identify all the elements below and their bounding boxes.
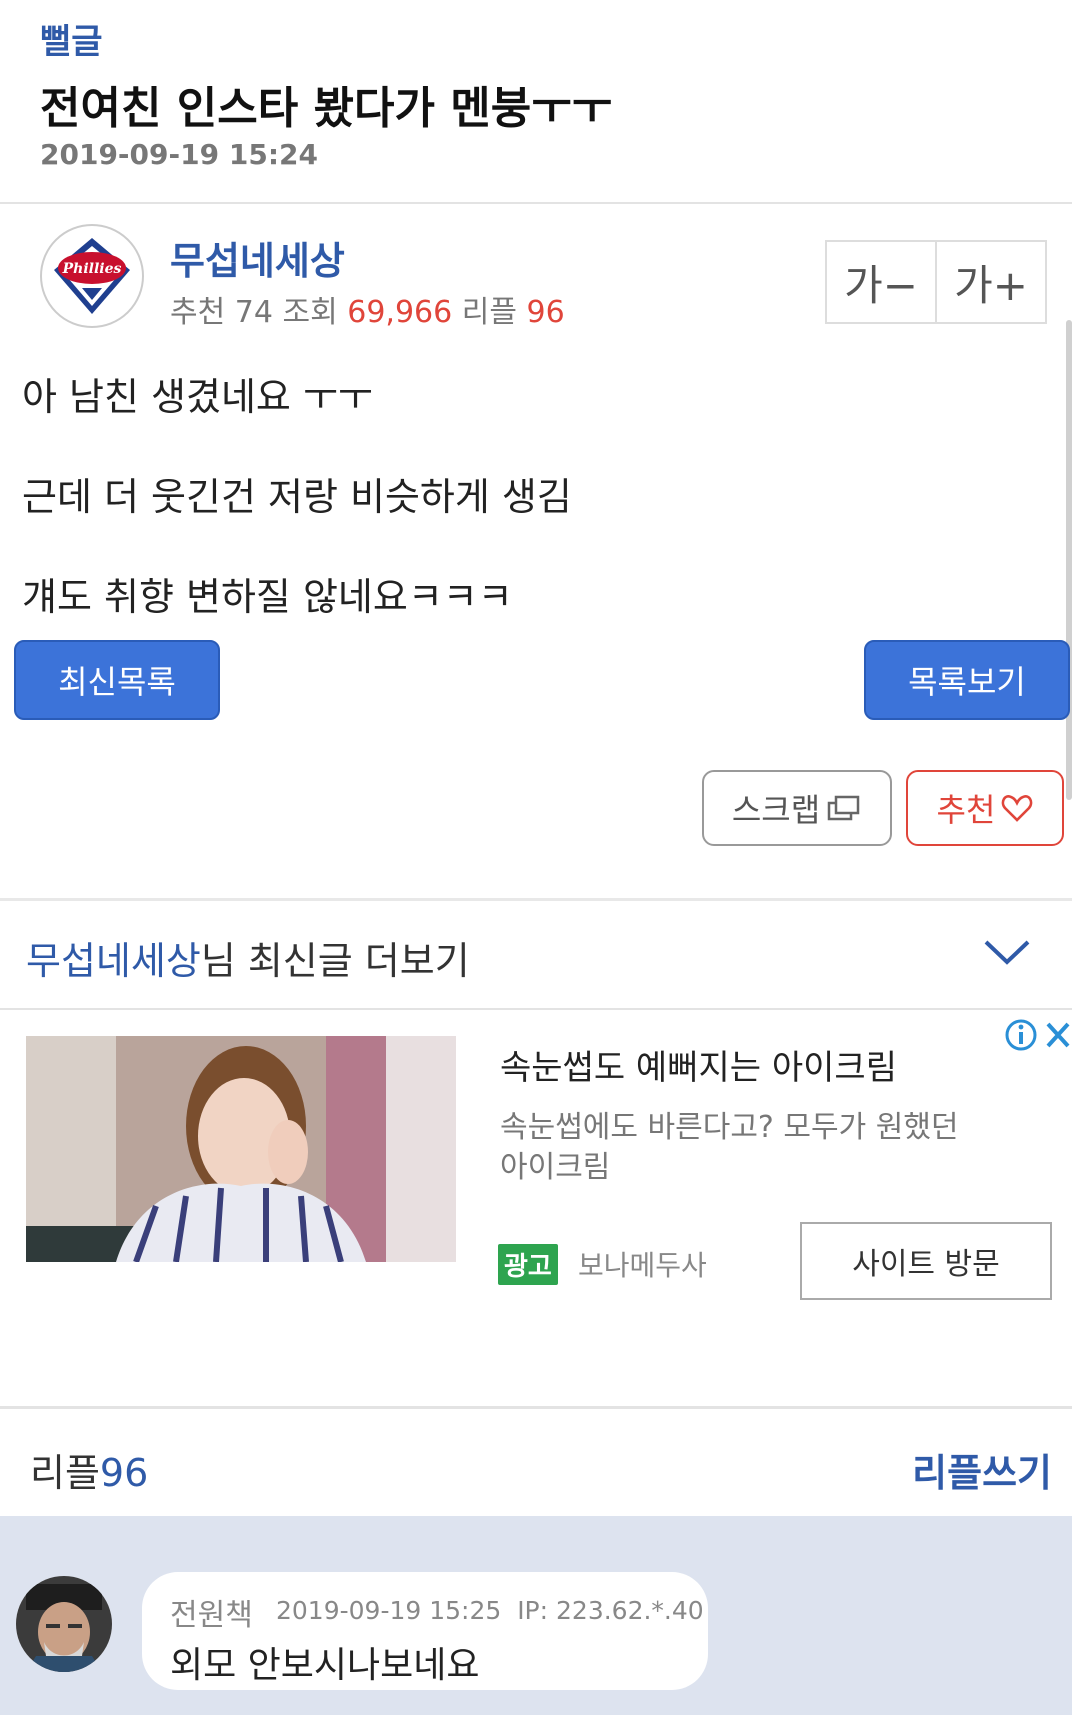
post-body-line: 근데 더 웃긴건 저랑 비슷하게 생김 — [22, 475, 572, 519]
logo-text: Phillies — [62, 261, 122, 277]
scrap-label: 스크랩 — [731, 791, 821, 829]
font-size-control: 가− 가+ — [825, 240, 1047, 324]
recommend-button-label: 추천 — [936, 791, 996, 829]
post-category[interactable]: 뻘글 — [40, 14, 103, 63]
replies-label: 리플 — [30, 1451, 100, 1495]
commenter-photo — [16, 1576, 112, 1672]
more-posts-link[interactable]: 무섭네세상님 최신글 더보기 — [26, 930, 470, 985]
replies-label: 리플 — [461, 295, 517, 330]
recommend-button[interactable]: 추천 — [906, 770, 1064, 846]
post-date: 2019-09-19 15:24 — [40, 138, 318, 171]
ad-description[interactable]: 속눈썹에도 바른다고? 모두가 원했던 아이크림 — [500, 1108, 970, 1188]
latest-list-button[interactable]: 최신목록 — [14, 640, 220, 720]
font-decrease-button[interactable]: 가− — [827, 242, 935, 322]
views-count: 69,966 — [347, 295, 453, 330]
phillies-logo-icon: Phillies — [54, 238, 130, 314]
post-body-line: 아 남친 생겼네요 ㅜㅜ — [22, 375, 373, 419]
more-posts-label: 님 최신글 더보기 — [200, 939, 470, 983]
chevron-down-icon[interactable] — [982, 936, 1032, 968]
scrap-icon — [827, 795, 860, 821]
ad-image[interactable] — [26, 1036, 456, 1262]
section-divider — [0, 1008, 1072, 1010]
scrap-button[interactable]: 스크랩 — [702, 770, 892, 846]
close-icon[interactable] — [1044, 1020, 1072, 1050]
ad-photo — [26, 1036, 456, 1262]
info-icon[interactable] — [1004, 1018, 1038, 1052]
ad-visit-button[interactable]: 사이트 방문 — [800, 1222, 1052, 1300]
post-body-line: 걔도 취향 변하질 않네요ㅋㅋㅋ — [22, 575, 513, 619]
replies-count: 리플96 — [30, 1442, 148, 1497]
scrollbar[interactable] — [1066, 320, 1072, 800]
font-increase-button[interactable]: 가+ — [935, 242, 1045, 322]
ad-badge: 광고 — [498, 1244, 558, 1285]
ad-title[interactable]: 속눈썹도 예뻐지는 아이크림 — [500, 1040, 897, 1089]
post-stats: 추천 74 조회 69,966 리플 96 — [170, 287, 565, 331]
recommend-label: 추천 — [170, 295, 226, 330]
replies-number: 96 — [99, 1451, 149, 1495]
more-posts-author: 무섭네세상 — [26, 939, 201, 983]
ad-sponsor: 보나메두사 — [578, 1249, 707, 1282]
section-divider — [0, 1406, 1072, 1409]
author-name[interactable]: 무섭네세상 — [170, 230, 345, 285]
post-title: 전여친 인스타 봤다가 멘붕ㅜㅜ — [40, 83, 613, 134]
comment-meta: 2019-09-19 15:25 IP: 223.62.*.40 — [276, 1596, 704, 1625]
recommend-count: 74 — [234, 295, 273, 330]
heart-icon — [1002, 795, 1033, 822]
views-label: 조회 — [282, 295, 338, 330]
view-list-button[interactable]: 목록보기 — [864, 640, 1070, 720]
section-divider — [0, 898, 1072, 901]
comment-author[interactable]: 전원책 — [170, 1590, 253, 1634]
comment-date: 2019-09-19 15:25 — [276, 1596, 502, 1625]
write-reply-button[interactable]: 리플쓰기 — [912, 1442, 1052, 1497]
author-avatar[interactable]: Phillies — [40, 224, 144, 328]
avatar[interactable] — [16, 1576, 112, 1672]
header-divider — [0, 202, 1072, 204]
comment-ip: IP: 223.62.*.40 — [517, 1596, 704, 1625]
replies-count: 96 — [526, 295, 565, 330]
comment-text: 외모 안보시나보네요 — [170, 1645, 480, 1686]
